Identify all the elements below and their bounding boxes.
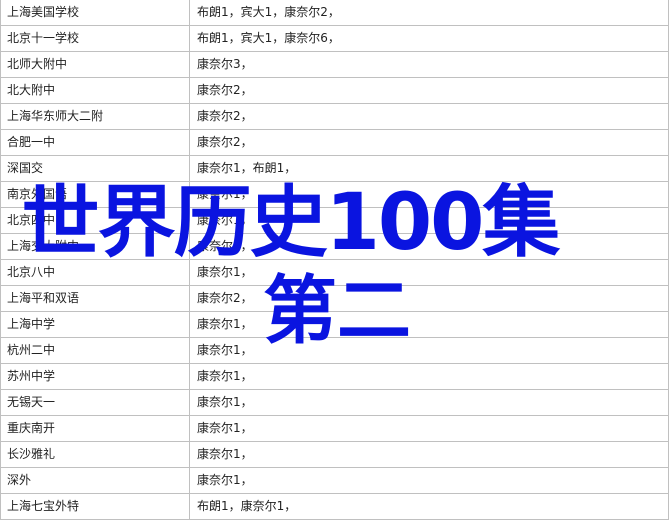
admissions-cell: 康奈尔1， [189, 181, 669, 208]
admissions-cell: 布朗1，康奈尔1， [189, 493, 669, 520]
school-cell: 北京十一学校 [0, 25, 190, 52]
school-cell: 重庆南开 [0, 415, 190, 442]
admissions-cell: 布朗1，宾大1，康奈尔6， [189, 25, 669, 52]
admissions-cell: 康奈尔3， [189, 51, 669, 78]
school-cell: 上海中学 [0, 311, 190, 338]
admissions-cell: 康奈尔1， [189, 233, 669, 260]
school-cell: 上海交大附中 [0, 233, 190, 260]
school-cell: 合肥一中 [0, 129, 190, 156]
table-row: 上海七宝外特 布朗1，康奈尔1， [0, 493, 669, 520]
admissions-cell: 布朗1，宾大1，康奈尔2， [189, 0, 669, 26]
admissions-cell: 康奈尔1， [189, 207, 669, 234]
admissions-cell: 康奈尔2， [189, 77, 669, 104]
spreadsheet: 上海美国学校 布朗1，宾大1，康奈尔2， 北京十一学校 布朗1，宾大1，康奈尔6， 北师… [0, 0, 669, 522]
table-row: 无锡天一 康奈尔1， [0, 389, 669, 416]
table-row: 上海中学 康奈尔1， [0, 311, 669, 338]
school-cell: 北京八中 [0, 259, 190, 286]
admissions-cell: 康奈尔2， [189, 285, 669, 312]
school-cell: 上海美国学校 [0, 0, 190, 26]
admissions-cell: 康奈尔1， [189, 389, 669, 416]
admissions-cell: 康奈尔1， [189, 441, 669, 468]
table-row: 南京外国语 康奈尔1， [0, 181, 669, 208]
admissions-cell: 康奈尔2， [189, 129, 669, 156]
admissions-cell: 康奈尔1，布朗1， [189, 155, 669, 182]
school-cell: 深国交 [0, 155, 190, 182]
school-cell: 北大附中 [0, 77, 190, 104]
table-row: 合肥一中 康奈尔2， [0, 129, 669, 156]
table-row: 上海华东师大二附 康奈尔2， [0, 103, 669, 130]
school-cell: 北京四中 [0, 207, 190, 234]
school-cell: 南京外国语 [0, 181, 190, 208]
school-cell: 上海七宝外特 [0, 493, 190, 520]
table-row: 北师大附中 康奈尔3， [0, 51, 669, 78]
school-cell: 杭州二中 [0, 337, 190, 364]
table-row: 上海平和双语 康奈尔2， [0, 285, 669, 312]
school-cell: 无锡天一 [0, 389, 190, 416]
admissions-cell: 康奈尔1， [189, 337, 669, 364]
admissions-cell: 康奈尔1， [189, 259, 669, 286]
table-body: 上海美国学校 布朗1，宾大1，康奈尔2， 北京十一学校 布朗1，宾大1，康奈尔6， 北师… [0, 0, 669, 520]
school-admissions-table: 上海美国学校 布朗1，宾大1，康奈尔2， 北京十一学校 布朗1，宾大1，康奈尔6， 北师… [0, 0, 669, 520]
school-cell: 上海平和双语 [0, 285, 190, 312]
school-cell: 北师大附中 [0, 51, 190, 78]
table-row: 北京八中 康奈尔1， [0, 259, 669, 286]
table-row: 北大附中 康奈尔2， [0, 77, 669, 104]
admissions-cell: 康奈尔1， [189, 363, 669, 390]
admissions-cell: 康奈尔1， [189, 467, 669, 494]
table-row: 深外 康奈尔1， [0, 467, 669, 494]
table-row: 苏州中学 康奈尔1， [0, 363, 669, 390]
school-cell: 长沙雅礼 [0, 441, 190, 468]
table-row: 长沙雅礼 康奈尔1， [0, 441, 669, 468]
table-row: 杭州二中 康奈尔1， [0, 337, 669, 364]
admissions-cell: 康奈尔1， [189, 415, 669, 442]
table-row: 北京四中 康奈尔1， [0, 207, 669, 234]
admissions-cell: 康奈尔1， [189, 311, 669, 338]
table-row: 重庆南开 康奈尔1， [0, 415, 669, 442]
table-row: 上海交大附中 康奈尔1， [0, 233, 669, 260]
school-cell: 上海华东师大二附 [0, 103, 190, 130]
table-row: 北京十一学校 布朗1，宾大1，康奈尔6， [0, 25, 669, 52]
table-row: 上海美国学校 布朗1，宾大1，康奈尔2， [0, 0, 669, 26]
admissions-cell: 康奈尔2， [189, 103, 669, 130]
table-row: 深国交 康奈尔1，布朗1， [0, 155, 669, 182]
school-cell: 苏州中学 [0, 363, 190, 390]
school-cell: 深外 [0, 467, 190, 494]
